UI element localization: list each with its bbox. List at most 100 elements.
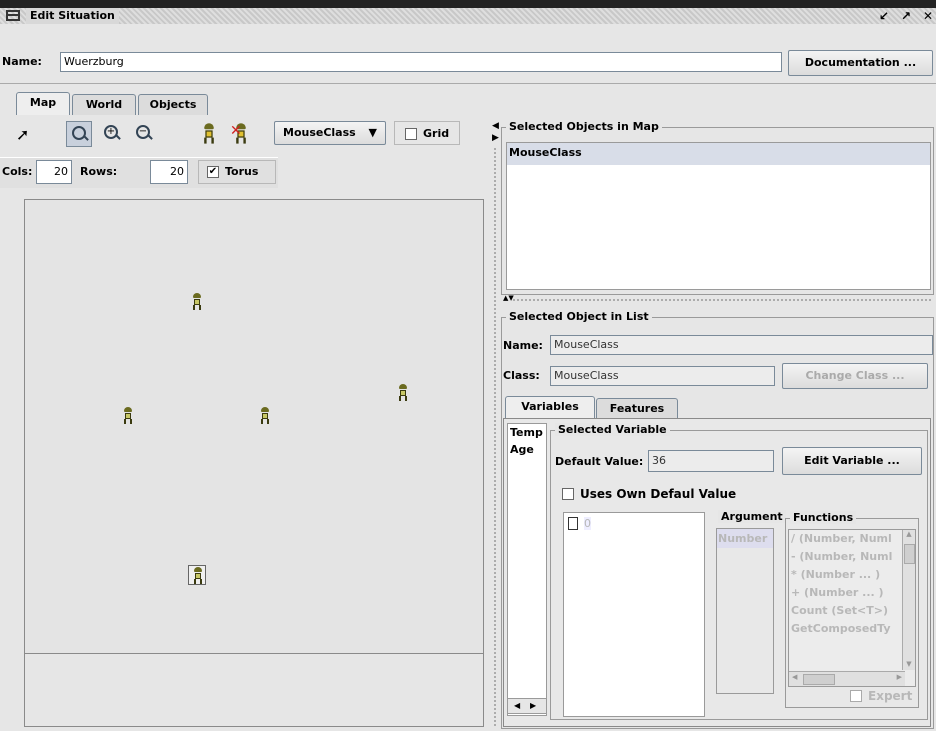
grid-label: Grid: [423, 127, 450, 140]
cols-label: Cols:: [2, 165, 33, 178]
scroll-right-icon[interactable]: ▶: [530, 701, 536, 710]
torus-toggle[interactable]: ✔ Torus: [198, 160, 276, 184]
separator: [0, 83, 936, 84]
window-title: Edit Situation: [26, 8, 119, 24]
class-dropdown[interactable]: MouseClass ▼: [274, 121, 386, 145]
object-name-label: Name:: [503, 339, 543, 352]
functions-title: Functions: [790, 511, 857, 524]
document-icon: [568, 517, 578, 530]
rows-input[interactable]: 20: [150, 160, 188, 184]
function-list-item[interactable]: GetComposedTy: [789, 620, 915, 638]
scroll-thumb[interactable]: [803, 674, 835, 685]
object-class-field: MouseClass: [550, 366, 775, 386]
pointer-tool-icon[interactable]: ➚: [16, 125, 36, 145]
mouse-object[interactable]: [119, 406, 137, 426]
remove-object-icon[interactable]: ✕: [230, 123, 254, 147]
map-objects-layer: [25, 200, 483, 654]
zoom-out-icon[interactable]: −: [134, 123, 156, 145]
function-list-item[interactable]: * (Number ... ): [789, 566, 915, 584]
expert-checkbox[interactable]: [850, 690, 862, 702]
change-class-button[interactable]: Change Class ...: [782, 363, 928, 389]
mouse-object[interactable]: [188, 292, 206, 312]
maximize-icon[interactable]: ↗: [898, 8, 914, 24]
tree-node[interactable]: 0: [584, 517, 591, 530]
functions-group: Functions / (Number, Numl - (Number, Numl…: [785, 511, 919, 708]
zoom-in-icon[interactable]: +: [102, 123, 124, 145]
splitter-arrows-icon[interactable]: ▲▼: [503, 294, 514, 302]
argument-title: Argument: [718, 510, 786, 523]
list-item[interactable]: Number: [717, 529, 773, 548]
undock-icon[interactable]: ↙: [876, 8, 892, 24]
mouse-icon: [396, 383, 410, 402]
documentation-button[interactable]: Documentation ...: [788, 50, 933, 76]
expert-label: Expert: [868, 689, 913, 703]
selected-object-title: Selected Object in List: [506, 310, 652, 323]
object-class-label: Class:: [503, 369, 540, 382]
close-icon[interactable]: ✕: [920, 8, 936, 24]
object-name-field[interactable]: MouseClass: [550, 335, 933, 355]
situation-name-input[interactable]: Wuerzburg: [60, 52, 782, 72]
tab-map[interactable]: Map: [16, 92, 70, 115]
horizontal-splitter[interactable]: [512, 298, 932, 302]
function-list-item[interactable]: - (Number, Numl: [789, 548, 915, 566]
expression-tree[interactable]: 0: [563, 512, 705, 717]
torus-label: Torus: [225, 165, 259, 178]
cols-input[interactable]: 20: [36, 160, 72, 184]
grid-toggle[interactable]: Grid: [394, 121, 460, 145]
torus-checkbox[interactable]: ✔: [207, 166, 219, 178]
map-canvas[interactable]: [24, 199, 484, 655]
name-label: Name:: [2, 55, 42, 68]
map-status-panel: [24, 653, 484, 727]
selected-objects-group: Selected Objects in Map MouseClass: [501, 120, 934, 295]
scroll-left-icon[interactable]: ◀: [792, 673, 797, 681]
functions-list[interactable]: / (Number, Numl - (Number, Numl * (Number …: [788, 529, 916, 687]
function-list-item[interactable]: / (Number, Numl: [789, 530, 915, 548]
tab-world[interactable]: World: [72, 94, 136, 115]
grid-checkbox[interactable]: [405, 128, 417, 140]
scroll-down-icon[interactable]: ▼: [903, 660, 915, 668]
rows-label: Rows:: [80, 165, 118, 178]
title-bar[interactable]: [0, 0, 936, 24]
list-item[interactable]: MouseClass: [507, 143, 930, 165]
tab-objects[interactable]: Objects: [138, 94, 208, 115]
tab-variables[interactable]: Variables: [505, 396, 595, 419]
default-value-label: Default Value:: [555, 455, 644, 468]
scroll-up-icon[interactable]: ▲: [903, 530, 915, 538]
collapse-left-icon[interactable]: ◀: [492, 121, 499, 131]
vertical-splitter[interactable]: ◀ ▶: [490, 115, 500, 729]
mouse-icon: [258, 406, 272, 425]
mouse-object[interactable]: [256, 406, 274, 426]
list-item[interactable]: Age: [508, 441, 546, 458]
function-list-item[interactable]: + (Number ... ): [789, 584, 915, 602]
variables-list[interactable]: Temp Age: [507, 423, 547, 716]
class-dropdown-value: MouseClass: [283, 126, 356, 139]
functions-vscrollbar[interactable]: ▲ ▼: [902, 530, 915, 670]
functions-hscrollbar[interactable]: ◀ ▶: [789, 671, 905, 686]
scroll-left-icon[interactable]: ◀: [514, 701, 520, 710]
selected-mouse-object[interactable]: [187, 564, 206, 585]
window-icon: [6, 10, 20, 21]
selected-objects-list[interactable]: MouseClass: [506, 142, 931, 290]
argument-group: Argument Number: [712, 510, 786, 708]
uses-own-default-label: Uses Own Defaul Value: [580, 487, 737, 501]
mouse-object[interactable]: [394, 383, 412, 403]
default-value-field: 36: [648, 450, 774, 472]
add-object-icon[interactable]: [198, 123, 222, 147]
collapse-right-icon[interactable]: ▶: [492, 133, 499, 143]
edit-variable-button[interactable]: Edit Variable ...: [782, 447, 922, 475]
tab-features[interactable]: Features: [596, 398, 678, 419]
selected-variable-title: Selected Variable: [555, 423, 670, 436]
map-panel: ➚ + − ✕ MouseClass ▼ Grid Cols: 20 Rows:…: [0, 115, 490, 729]
mouse-icon: [191, 566, 205, 585]
uses-own-default-checkbox[interactable]: [562, 488, 574, 500]
chevron-down-icon: ▼: [368, 126, 377, 139]
scroll-thumb[interactable]: [904, 544, 915, 564]
argument-list[interactable]: Number: [716, 528, 774, 694]
scroll-right-icon[interactable]: ▶: [897, 673, 902, 681]
variables-list-header[interactable]: Temp: [508, 424, 546, 441]
zoom-tool-icon[interactable]: [66, 121, 92, 147]
function-list-item[interactable]: Count (Set<T>): [789, 602, 915, 620]
variables-hscrollbar[interactable]: ◀ ▶: [507, 698, 547, 714]
mouse-icon: [121, 406, 135, 425]
mouse-icon: [190, 293, 204, 311]
